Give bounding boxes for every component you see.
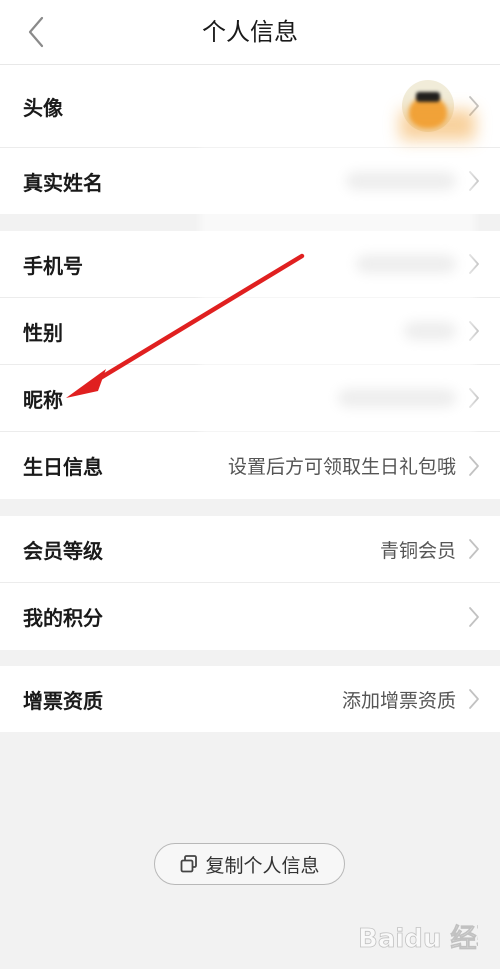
row-value-member-level: 青铜会员 [379, 539, 456, 562]
privacy-blur-overlay [200, 146, 475, 436]
chevron-right-icon [469, 689, 479, 709]
row-label-nickname: 昵称 [23, 387, 63, 412]
row-birthday[interactable]: 生日信息 设置后方可领取生日礼包哦 [0, 432, 500, 499]
group-invoice: 增票资质 添加增票资质 [0, 666, 500, 732]
avatar-eyes [416, 92, 440, 102]
page-title: 个人信息 [202, 18, 298, 46]
row-label-gender: 性别 [23, 320, 63, 345]
copy-icon [181, 855, 198, 873]
row-vat-invoice[interactable]: 增票资质 添加增票资质 [0, 666, 500, 732]
group-membership: 会员等级 青铜会员 我的积分 [0, 516, 500, 650]
watermark-text: Baidu 经验 [358, 923, 478, 954]
row-label-vat-invoice: 增票资质 [23, 688, 103, 713]
chevron-right-icon [469, 606, 479, 627]
copy-info-label: 复制个人信息 [205, 854, 320, 877]
nav-bar: 个人信息 [0, 0, 500, 65]
row-label-real-name: 真实姓名 [23, 170, 103, 195]
row-value-birthday: 设置后方可领取生日礼包哦 [227, 456, 456, 478]
baidu-jingyan-watermark: Baidu 经验 [358, 923, 478, 955]
avatar-blur-overlay [400, 110, 475, 140]
chevron-right-icon [469, 539, 479, 559]
copy-info-button[interactable]: 复制个人信息 [154, 843, 345, 885]
row-label-avatar: 头像 [23, 95, 63, 120]
row-label-phone: 手机号 [23, 253, 83, 278]
chevron-right-icon [469, 455, 479, 476]
row-label-member-level: 会员等级 [23, 538, 103, 563]
row-member-level[interactable]: 会员等级 青铜会员 [0, 516, 500, 583]
row-value-vat-invoice: 添加增票资质 [341, 689, 456, 712]
row-label-points: 我的积分 [23, 606, 103, 630]
row-points[interactable]: 我的积分 [0, 583, 500, 650]
row-label-birthday: 生日信息 [23, 455, 103, 479]
